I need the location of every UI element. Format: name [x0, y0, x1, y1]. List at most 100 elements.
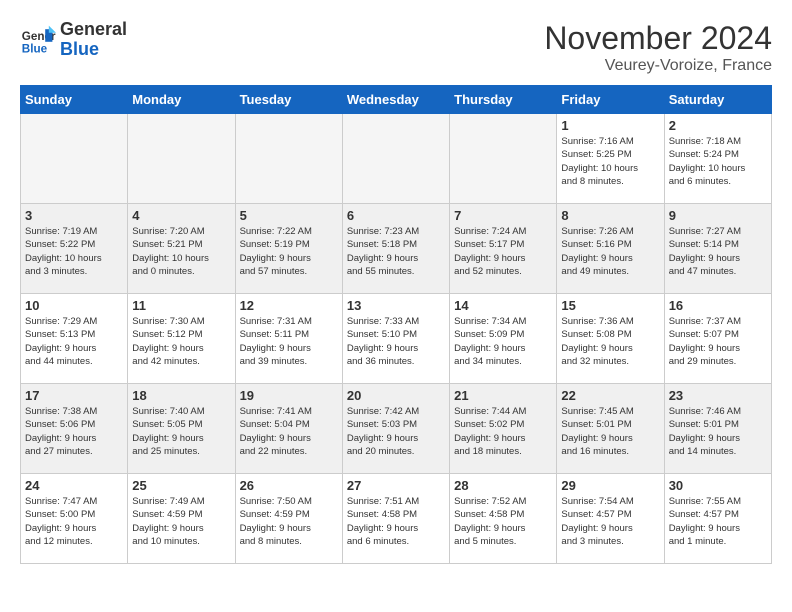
- day-number: 25: [132, 478, 230, 493]
- day-number: 14: [454, 298, 552, 313]
- day-info: Sunrise: 7:19 AM Sunset: 5:22 PM Dayligh…: [25, 225, 123, 278]
- day-info: Sunrise: 7:20 AM Sunset: 5:21 PM Dayligh…: [132, 225, 230, 278]
- calendar-cell: 6 Sunrise: 7:23 AM Sunset: 5:18 PM Daylig…: [342, 204, 449, 294]
- calendar-cell: 17 Sunrise: 7:38 AM Sunset: 5:06 PM Dayli…: [21, 384, 128, 474]
- calendar-cell: 24 Sunrise: 7:47 AM Sunset: 5:00 PM Dayli…: [21, 474, 128, 564]
- day-info: Sunrise: 7:18 AM Sunset: 5:24 PM Dayligh…: [669, 135, 767, 188]
- day-info: Sunrise: 7:41 AM Sunset: 5:04 PM Dayligh…: [240, 405, 338, 458]
- calendar-cell: 27 Sunrise: 7:51 AM Sunset: 4:58 PM Dayli…: [342, 474, 449, 564]
- day-info: Sunrise: 7:30 AM Sunset: 5:12 PM Dayligh…: [132, 315, 230, 368]
- day-info: Sunrise: 7:26 AM Sunset: 5:16 PM Dayligh…: [561, 225, 659, 278]
- svg-text:Blue: Blue: [22, 42, 48, 55]
- calendar-cell: 13Sunrise: 7:33 AM Sunset: 5:10 PM Dayli…: [342, 294, 449, 384]
- day-info: Sunrise: 7:44 AM Sunset: 5:02 PM Dayligh…: [454, 405, 552, 458]
- day-number: 4: [132, 208, 230, 223]
- calendar-cell: 1 Sunrise: 7:16 AM Sunset: 5:25 PM Daylig…: [557, 114, 664, 204]
- day-info: Sunrise: 7:54 AM Sunset: 4:57 PM Dayligh…: [561, 495, 659, 548]
- day-info: Sunrise: 7:40 AM Sunset: 5:05 PM Dayligh…: [132, 405, 230, 458]
- day-number: 24: [25, 478, 123, 493]
- page-header: General Blue General Blue November 2024 …: [20, 20, 772, 75]
- month-title: November 2024: [544, 20, 772, 57]
- day-info: Sunrise: 7:45 AM Sunset: 5:01 PM Dayligh…: [561, 405, 659, 458]
- day-number: 21: [454, 388, 552, 403]
- calendar-cell: 9 Sunrise: 7:27 AM Sunset: 5:14 PM Daylig…: [664, 204, 771, 294]
- calendar-cell: 20Sunrise: 7:42 AM Sunset: 5:03 PM Dayli…: [342, 384, 449, 474]
- day-number: 28: [454, 478, 552, 493]
- calendar-cell: 18Sunrise: 7:40 AM Sunset: 5:05 PM Dayli…: [128, 384, 235, 474]
- calendar-cell: [21, 114, 128, 204]
- day-number: 15: [561, 298, 659, 313]
- calendar-table: SundayMondayTuesdayWednesdayThursdayFrid…: [20, 85, 772, 564]
- calendar-cell: 8 Sunrise: 7:26 AM Sunset: 5:16 PM Daylig…: [557, 204, 664, 294]
- day-info: Sunrise: 7:37 AM Sunset: 5:07 PM Dayligh…: [669, 315, 767, 368]
- day-number: 11: [132, 298, 230, 313]
- calendar-cell: [128, 114, 235, 204]
- day-info: Sunrise: 7:36 AM Sunset: 5:08 PM Dayligh…: [561, 315, 659, 368]
- calendar-cell: 22 Sunrise: 7:45 AM Sunset: 5:01 PM Dayli…: [557, 384, 664, 474]
- logo-icon: General Blue: [20, 22, 56, 58]
- calendar-cell: 21 Sunrise: 7:44 AM Sunset: 5:02 PM Dayli…: [450, 384, 557, 474]
- calendar-cell: 30Sunrise: 7:55 AM Sunset: 4:57 PM Dayli…: [664, 474, 771, 564]
- day-number: 7: [454, 208, 552, 223]
- day-number: 27: [347, 478, 445, 493]
- weekday-header-saturday: Saturday: [664, 86, 771, 114]
- week-row-3: 10Sunrise: 7:29 AM Sunset: 5:13 PM Dayli…: [21, 294, 772, 384]
- calendar-cell: 11 Sunrise: 7:30 AM Sunset: 5:12 PM Dayli…: [128, 294, 235, 384]
- day-info: Sunrise: 7:42 AM Sunset: 5:03 PM Dayligh…: [347, 405, 445, 458]
- calendar-cell: 3 Sunrise: 7:19 AM Sunset: 5:22 PM Daylig…: [21, 204, 128, 294]
- day-info: Sunrise: 7:27 AM Sunset: 5:14 PM Dayligh…: [669, 225, 767, 278]
- day-info: Sunrise: 7:22 AM Sunset: 5:19 PM Dayligh…: [240, 225, 338, 278]
- day-info: Sunrise: 7:16 AM Sunset: 5:25 PM Dayligh…: [561, 135, 659, 188]
- calendar-cell: 19 Sunrise: 7:41 AM Sunset: 5:04 PM Dayli…: [235, 384, 342, 474]
- day-info: Sunrise: 7:46 AM Sunset: 5:01 PM Dayligh…: [669, 405, 767, 458]
- day-info: Sunrise: 7:29 AM Sunset: 5:13 PM Dayligh…: [25, 315, 123, 368]
- calendar-cell: 29 Sunrise: 7:54 AM Sunset: 4:57 PM Dayli…: [557, 474, 664, 564]
- day-info: Sunrise: 7:38 AM Sunset: 5:06 PM Dayligh…: [25, 405, 123, 458]
- calendar-cell: 26Sunrise: 7:50 AM Sunset: 4:59 PM Dayli…: [235, 474, 342, 564]
- weekday-header-monday: Monday: [128, 86, 235, 114]
- calendar-cell: [342, 114, 449, 204]
- weekday-header-tuesday: Tuesday: [235, 86, 342, 114]
- logo-text: General Blue: [60, 20, 127, 60]
- calendar-cell: 25Sunrise: 7:49 AM Sunset: 4:59 PM Dayli…: [128, 474, 235, 564]
- day-info: Sunrise: 7:52 AM Sunset: 4:58 PM Dayligh…: [454, 495, 552, 548]
- calendar-cell: 16 Sunrise: 7:37 AM Sunset: 5:07 PM Dayli…: [664, 294, 771, 384]
- calendar-cell: 14Sunrise: 7:34 AM Sunset: 5:09 PM Dayli…: [450, 294, 557, 384]
- day-number: 16: [669, 298, 767, 313]
- day-number: 13: [347, 298, 445, 313]
- week-row-1: 1 Sunrise: 7:16 AM Sunset: 5:25 PM Daylig…: [21, 114, 772, 204]
- day-number: 29: [561, 478, 659, 493]
- day-info: Sunrise: 7:24 AM Sunset: 5:17 PM Dayligh…: [454, 225, 552, 278]
- calendar-cell: 2Sunrise: 7:18 AM Sunset: 5:24 PM Daylig…: [664, 114, 771, 204]
- day-info: Sunrise: 7:23 AM Sunset: 5:18 PM Dayligh…: [347, 225, 445, 278]
- day-number: 12: [240, 298, 338, 313]
- day-number: 19: [240, 388, 338, 403]
- day-number: 9: [669, 208, 767, 223]
- logo: General Blue General Blue: [20, 20, 127, 60]
- day-number: 3: [25, 208, 123, 223]
- weekday-header-row: SundayMondayTuesdayWednesdayThursdayFrid…: [21, 86, 772, 114]
- calendar-cell: 12 Sunrise: 7:31 AM Sunset: 5:11 PM Dayli…: [235, 294, 342, 384]
- calendar-cell: 15 Sunrise: 7:36 AM Sunset: 5:08 PM Dayli…: [557, 294, 664, 384]
- day-number: 8: [561, 208, 659, 223]
- day-number: 6: [347, 208, 445, 223]
- calendar-cell: 5Sunrise: 7:22 AM Sunset: 5:19 PM Daylig…: [235, 204, 342, 294]
- day-info: Sunrise: 7:55 AM Sunset: 4:57 PM Dayligh…: [669, 495, 767, 548]
- calendar-cell: 10Sunrise: 7:29 AM Sunset: 5:13 PM Dayli…: [21, 294, 128, 384]
- day-info: Sunrise: 7:31 AM Sunset: 5:11 PM Dayligh…: [240, 315, 338, 368]
- day-info: Sunrise: 7:51 AM Sunset: 4:58 PM Dayligh…: [347, 495, 445, 548]
- day-number: 17: [25, 388, 123, 403]
- calendar-cell: [235, 114, 342, 204]
- day-number: 22: [561, 388, 659, 403]
- day-number: 23: [669, 388, 767, 403]
- title-area: November 2024 Veurey-Voroize, France: [544, 20, 772, 75]
- week-row-4: 17 Sunrise: 7:38 AM Sunset: 5:06 PM Dayli…: [21, 384, 772, 474]
- weekday-header-thursday: Thursday: [450, 86, 557, 114]
- day-number: 1: [561, 118, 659, 133]
- week-row-5: 24 Sunrise: 7:47 AM Sunset: 5:00 PM Dayli…: [21, 474, 772, 564]
- week-row-2: 3 Sunrise: 7:19 AM Sunset: 5:22 PM Daylig…: [21, 204, 772, 294]
- day-info: Sunrise: 7:47 AM Sunset: 5:00 PM Dayligh…: [25, 495, 123, 548]
- location: Veurey-Voroize, France: [544, 57, 772, 75]
- weekday-header-sunday: Sunday: [21, 86, 128, 114]
- calendar-cell: [450, 114, 557, 204]
